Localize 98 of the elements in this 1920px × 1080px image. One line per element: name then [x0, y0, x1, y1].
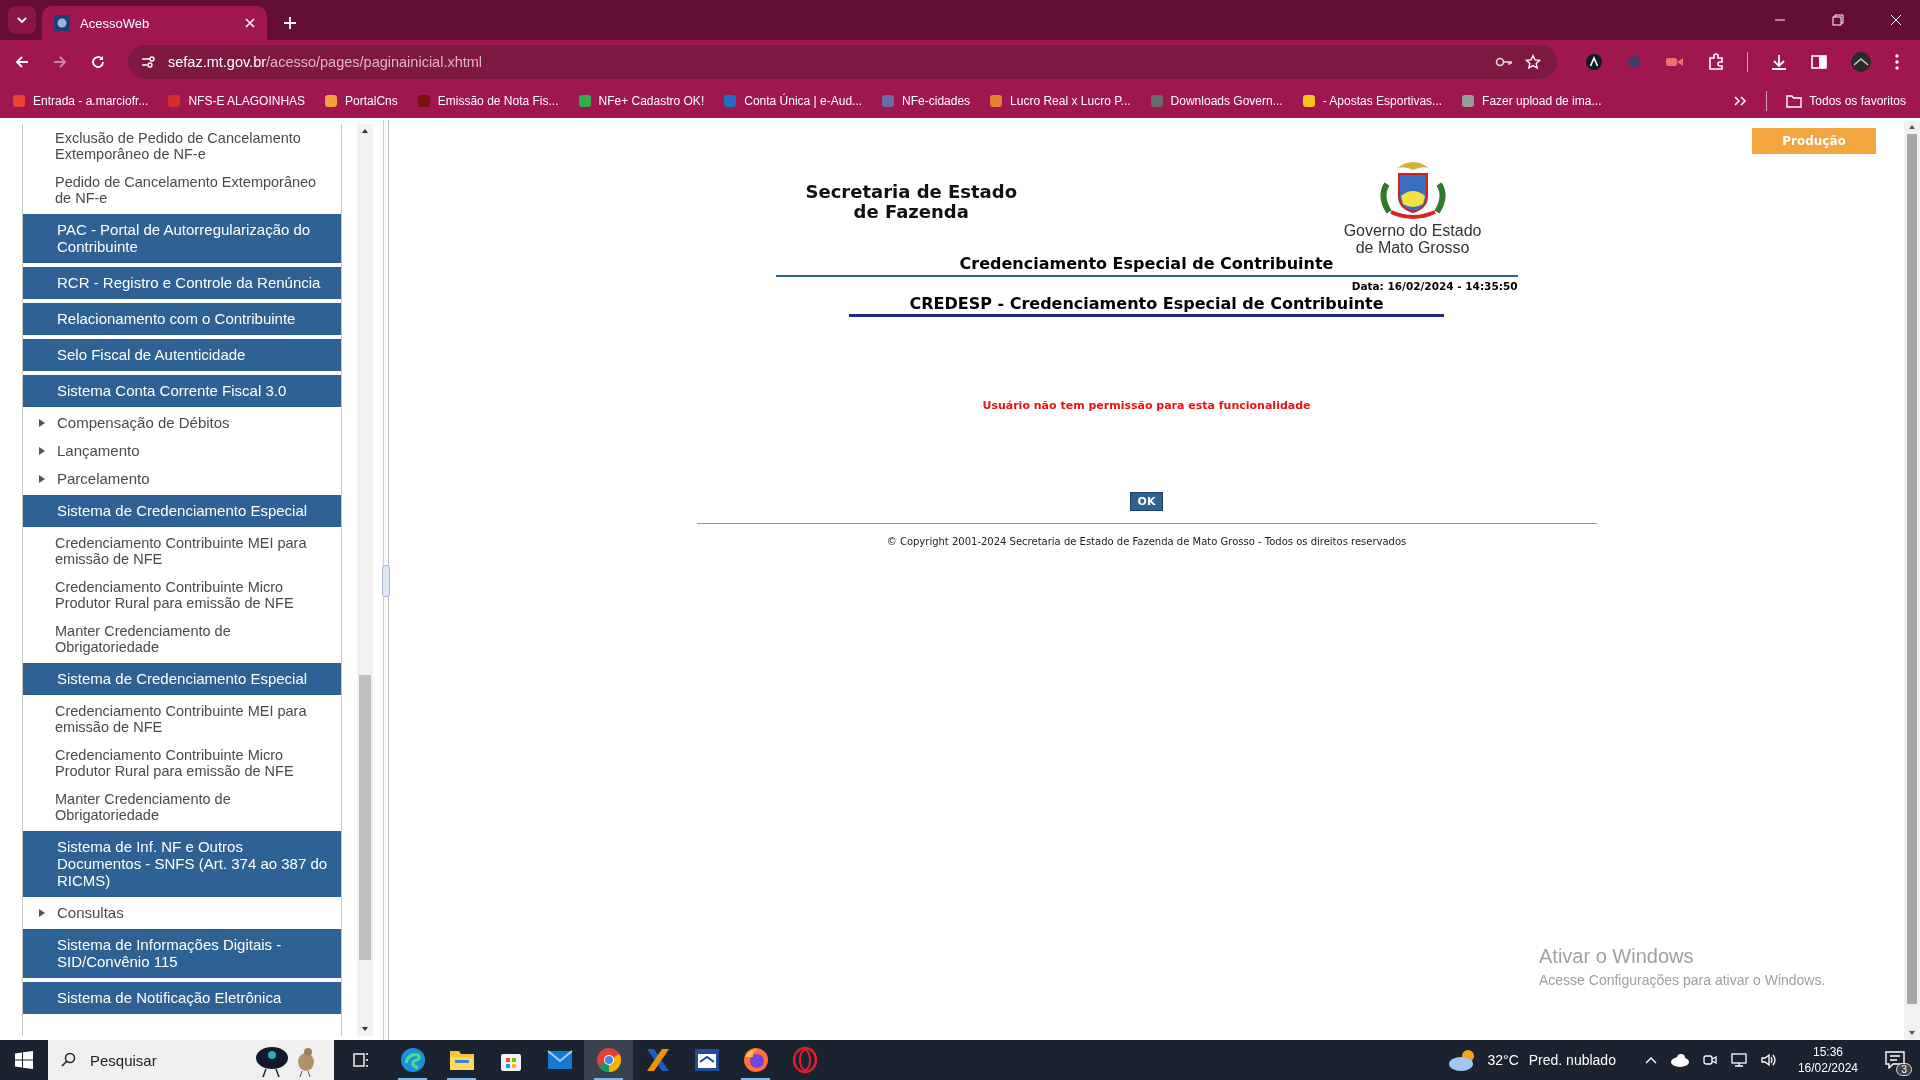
menu-item[interactable]: Compensação de Débitos: [57, 414, 230, 432]
site-settings-icon[interactable]: [140, 54, 156, 70]
puzzle-icon[interactable]: [1707, 53, 1725, 71]
folder-icon: [448, 1048, 475, 1072]
copyright-text: © Copyright 2001-2024 Secretaria de Estado de Fazenda de Mato Grosso - Todos os direitos reservados: [886, 536, 1407, 547]
menu-section-header[interactable]: Sistema Conta Corrente Fiscal 3.0: [23, 375, 341, 407]
swirl-icon: [399, 1047, 426, 1073]
error-message: Usuário não tem permissão para esta funcionalidade: [982, 399, 1311, 412]
activation-title: Ativar o Windows: [1539, 945, 1695, 968]
camera-icon[interactable]: [1701, 1052, 1718, 1068]
avatar-icon[interactable]: [1850, 51, 1872, 73]
search-icon: [60, 1052, 76, 1068]
ok-button[interactable]: OK: [1129, 492, 1164, 511]
clock[interactable]: 15:36 16/02/2024: [1797, 1044, 1858, 1076]
bookmark[interactable]: Entrada - a.marciofr...: [12, 94, 149, 108]
close-icon[interactable]: [1890, 14, 1902, 26]
expand-triangle-icon[interactable]: [39, 475, 45, 483]
folder-icon: [1786, 94, 1803, 108]
notification-count: 3: [1896, 1063, 1912, 1076]
circle-logo-icon: [595, 1047, 622, 1073]
date-text: Data: 16/02/2024 - 14:35:50: [1351, 280, 1518, 292]
extension-icon[interactable]: [1585, 53, 1603, 71]
forward-arrow-icon[interactable]: [52, 54, 68, 70]
network-icon[interactable]: [1729, 1052, 1748, 1068]
page-subtitle: CREDESP - Credenciamento Especial de Contribuinte: [849, 294, 1444, 317]
envelope-icon: [546, 1050, 573, 1070]
menu-item[interactable]: Lançamento: [57, 442, 140, 460]
organization-name: Secretaria de Estado de Fazenda: [805, 182, 1017, 222]
menu-link[interactable]: Exclusão de Pedido de Cancelamento Extemporâneo de NF-e: [23, 124, 341, 168]
menu-link[interactable]: Manter Credenciamento de Obrigatoriedade: [23, 617, 341, 661]
bookmark[interactable]: NFS-E ALAGOINHAS: [167, 94, 306, 108]
menu-item[interactable]: Parcelamento: [57, 470, 150, 488]
close-icon[interactable]: [245, 18, 255, 28]
menu-link[interactable]: Pedido de Cancelamento Extemporâneo de NF-e: [23, 168, 341, 212]
menu-item[interactable]: Consultas: [57, 904, 124, 922]
all-bookmarks-folder[interactable]: Todos os favoritos: [1786, 94, 1906, 108]
menu-section-header[interactable]: Sistema de Notificação Eletrônica: [23, 982, 341, 1014]
menu-link[interactable]: Credenciamento Contribuinte Micro Produtor Rural para emissão de NFE: [23, 741, 341, 785]
emblem-icon: [54, 15, 70, 31]
menu-section-header[interactable]: Sistema de Credenciamento Especial: [23, 663, 341, 695]
scrollbar-thumb[interactable]: [1907, 134, 1917, 1004]
taskbar-search-field[interactable]: Pesquisar: [48, 1040, 334, 1080]
expand-triangle-icon[interactable]: [39, 447, 45, 455]
cloud-icon[interactable]: [1669, 1053, 1690, 1067]
environment-badge: Produção: [1752, 128, 1876, 154]
bookmark[interactable]: NFe+ Cadastro OK!: [577, 94, 705, 108]
bookmark[interactable]: - Apostas Esportivas...: [1301, 94, 1443, 108]
notification-button[interactable]: 3: [1878, 1044, 1912, 1076]
menu-link[interactable]: Credenciamento Contribuinte MEI para emissão de NFE: [23, 529, 341, 573]
government-name: Governo do Estado de Mato Grosso: [1343, 222, 1482, 256]
bookmark[interactable]: PortalCns: [324, 94, 398, 108]
expand-triangle-icon[interactable]: [39, 419, 45, 427]
menu-section-header[interactable]: Relacionamento com o Contribuinte: [23, 303, 341, 335]
bookmark[interactable]: Conta Única | e-Aud...: [723, 94, 863, 108]
expand-triangle-icon[interactable]: [39, 909, 45, 917]
double-chevron-icon[interactable]: [1733, 95, 1748, 107]
page-title: Credenciamento Especial de Contribuinte: [775, 254, 1518, 277]
x-logo-icon: [644, 1047, 671, 1073]
reload-icon[interactable]: [90, 54, 106, 70]
bookmark[interactable]: NFe-cidades: [881, 94, 971, 108]
address-bar[interactable]: sefaz.mt.gov.br/acesso/pages/paginainicial.xhtml: [128, 45, 1557, 79]
menu-link[interactable]: Credenciamento Contribuinte MEI para emissão de NFE: [23, 697, 341, 741]
activation-text: Acesse Configurações para ativar o Windows.: [1539, 972, 1826, 988]
splitter-handle[interactable]: [382, 565, 390, 597]
chevron-down-icon: [16, 14, 28, 26]
weather-text: Pred. nublado: [1528, 1052, 1616, 1068]
bookmark[interactable]: Fazer upload de ima...: [1461, 94, 1602, 108]
menu-section-header[interactable]: Selo Fiscal de Autenticidade: [23, 339, 341, 371]
scrollbar[interactable]: [357, 124, 373, 1036]
menu-link[interactable]: Manter Credenciamento de Obrigatoriedade: [23, 785, 341, 829]
menu-icon[interactable]: [1894, 53, 1900, 71]
scrollbar[interactable]: [1904, 120, 1920, 1040]
temperature: 32°C: [1487, 1052, 1519, 1068]
fox-globe-icon: [742, 1047, 769, 1073]
ring-icon: [791, 1047, 818, 1073]
bookmark[interactable]: Emissão de Nota Fis...: [416, 94, 559, 108]
back-arrow-icon[interactable]: [14, 54, 30, 70]
menu-section-header[interactable]: PAC - Portal de Autorregularização do Contribuinte: [23, 214, 341, 263]
chevron-up-icon[interactable]: [1643, 1055, 1658, 1065]
windows-logo-icon: [15, 1051, 33, 1069]
restore-icon[interactable]: [1832, 14, 1844, 26]
menu-section-header[interactable]: Sistema de Inf. NF e Outros Documentos - SNFS (Art. 374 ao 387 do RICMS): [23, 831, 341, 897]
volume-icon[interactable]: [1759, 1052, 1778, 1068]
download-icon[interactable]: [1770, 53, 1788, 71]
bookmark[interactable]: Lucro Real x Lucro P...: [989, 94, 1131, 108]
menu-section-header[interactable]: RCR - Registro e Controle da Renúncia: [23, 267, 341, 299]
tab-list-button[interactable]: [8, 6, 36, 34]
menu-section-header[interactable]: Sistema de Credenciamento Especial: [23, 495, 341, 527]
menu-link[interactable]: Credenciamento Contribuinte Micro Produtor Rural para emissão de NFE: [23, 573, 341, 617]
star-icon[interactable]: [1525, 54, 1541, 70]
menu-section-header[interactable]: Sistema de Informações Digitais - SID/Convênio 115: [23, 929, 341, 978]
side-panel-icon[interactable]: [1810, 53, 1828, 71]
browser-tab[interactable]: AcessoWeb: [42, 6, 267, 40]
bookmark[interactable]: Downloads Govern...: [1149, 94, 1283, 108]
scrollbar-thumb[interactable]: [359, 675, 371, 960]
task-view-icon[interactable]: [352, 1051, 370, 1069]
new-tab-icon[interactable]: [283, 16, 297, 30]
window-icon: [693, 1048, 720, 1072]
